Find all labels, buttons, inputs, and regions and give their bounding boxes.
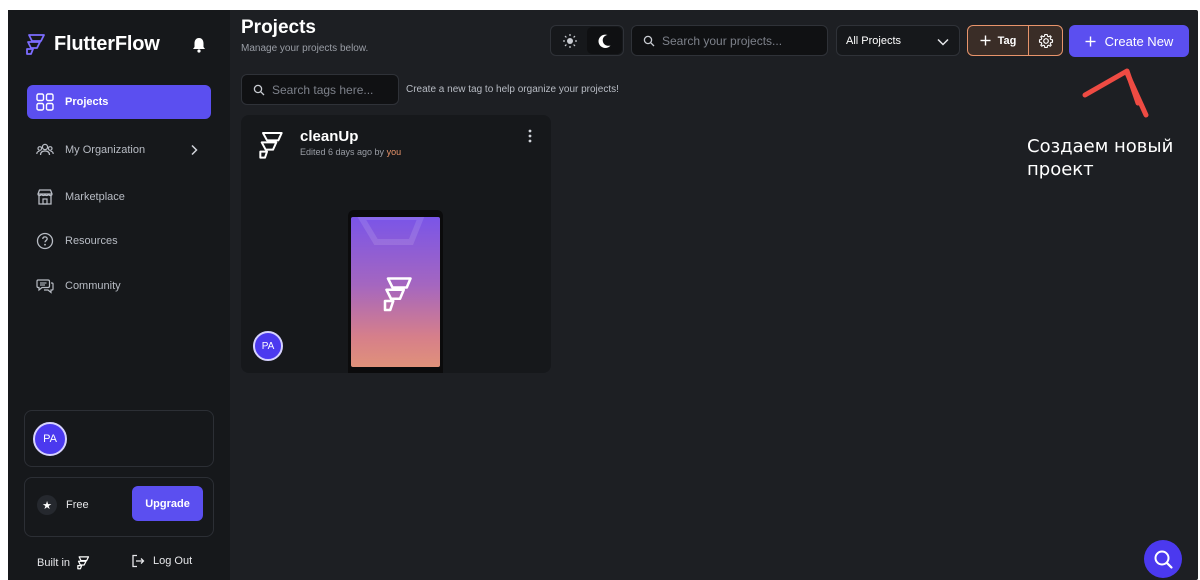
avatar[interactable]: PA: [33, 422, 67, 456]
project-filter-select[interactable]: All Projects: [836, 25, 960, 56]
tag-settings-button[interactable]: [1030, 26, 1062, 55]
sidebar-item-label: Community: [65, 280, 121, 292]
sidebar-item-label: My Organization: [65, 144, 146, 156]
tags-hint: Create a new tag to help organize your p…: [406, 84, 619, 95]
store-icon: [37, 189, 53, 205]
project-owner-avatar: PA: [253, 331, 283, 361]
plan-label: Free: [66, 499, 89, 511]
moon-icon: [598, 34, 610, 48]
sidebar-item-resources[interactable]: Resources: [27, 224, 211, 258]
people-icon: [36, 143, 54, 156]
edited-text: Edited 6 days ago by: [300, 147, 385, 157]
brand-logo[interactable]: FlutterFlow: [24, 32, 160, 56]
search-icon: [643, 35, 655, 47]
help-circle-icon: [36, 232, 54, 250]
brand-name: FlutterFlow: [54, 32, 160, 55]
sun-icon: [562, 33, 577, 48]
annotation-note: Создаем новый проект: [1027, 136, 1174, 180]
logout-icon: [132, 554, 145, 568]
tag-controls: Tag: [967, 25, 1063, 56]
plan-card: ★ Free Upgrade: [24, 477, 214, 537]
page-title: Projects: [241, 17, 316, 38]
tag-search-input[interactable]: [272, 83, 382, 97]
search-icon: [1154, 550, 1173, 569]
project-edited-info: Edited 6 days ago by you: [300, 147, 401, 157]
flutterflow-logo-icon: [259, 132, 283, 159]
flutterflow-logo-icon: [77, 556, 90, 570]
create-new-button[interactable]: Create New: [1069, 25, 1189, 57]
watermark-icon: [357, 217, 425, 245]
plus-icon: [1085, 36, 1096, 46]
project-card[interactable]: cleanUp Edited 6 days ago by you PA: [241, 115, 551, 373]
sidebar-item-marketplace[interactable]: Marketplace: [27, 180, 211, 214]
app-window: FlutterFlow Projects My Organization Mar…: [0, 0, 1200, 580]
bell-icon[interactable]: [190, 36, 208, 54]
annotation-arrow-icon: [1082, 68, 1149, 118]
light-mode-button[interactable]: [552, 27, 587, 54]
filter-value: All Projects: [846, 35, 902, 47]
user-card[interactable]: PA: [24, 410, 214, 467]
built-in-label: Built in: [37, 556, 71, 569]
chevron-right-icon: [191, 144, 198, 156]
gear-icon: [1038, 33, 1054, 48]
sidebar-item-label: Resources: [65, 235, 118, 247]
sidebar-item-label: Projects: [65, 96, 109, 108]
upgrade-button[interactable]: Upgrade: [132, 486, 203, 521]
page-subtitle: Manage your projects below.: [241, 43, 369, 54]
tag-search[interactable]: [241, 74, 399, 105]
star-icon: ★: [37, 495, 57, 515]
logout-label: Log Out: [153, 555, 193, 567]
project-preview-screen: [351, 217, 440, 367]
logout-button[interactable]: Log Out: [131, 554, 192, 568]
chat-icon: [36, 279, 54, 294]
add-tag-button[interactable]: Tag: [968, 26, 1029, 55]
theme-toggle: [550, 25, 624, 56]
create-new-label: Create New: [1104, 33, 1174, 49]
sidebar-item-label: Marketplace: [65, 191, 125, 203]
help-search-button[interactable]: [1144, 540, 1182, 578]
flutterflow-logo-icon: [383, 277, 412, 312]
search-icon: [253, 84, 265, 96]
project-name: cleanUp: [300, 128, 359, 145]
project-preview-phone: [348, 210, 443, 373]
chevron-down-icon: [937, 38, 949, 46]
sidebar-item-my-organization[interactable]: My Organization: [27, 133, 211, 167]
sidebar-item-projects[interactable]: Projects: [27, 85, 211, 119]
built-in-flutterflow[interactable]: Built in: [37, 555, 91, 570]
sidebar-item-community[interactable]: Community: [27, 269, 211, 303]
more-vertical-icon[interactable]: [525, 128, 535, 144]
edited-by: you: [386, 147, 402, 157]
grid-icon: [36, 93, 54, 111]
dark-mode-button[interactable]: [587, 27, 622, 54]
plus-icon: [980, 35, 991, 46]
sidebar: FlutterFlow Projects My Organization Mar…: [8, 10, 230, 580]
search-input[interactable]: [662, 34, 812, 48]
tag-label: Tag: [997, 34, 1017, 47]
flutterflow-logo-icon: [26, 34, 45, 55]
project-search[interactable]: [631, 25, 828, 56]
